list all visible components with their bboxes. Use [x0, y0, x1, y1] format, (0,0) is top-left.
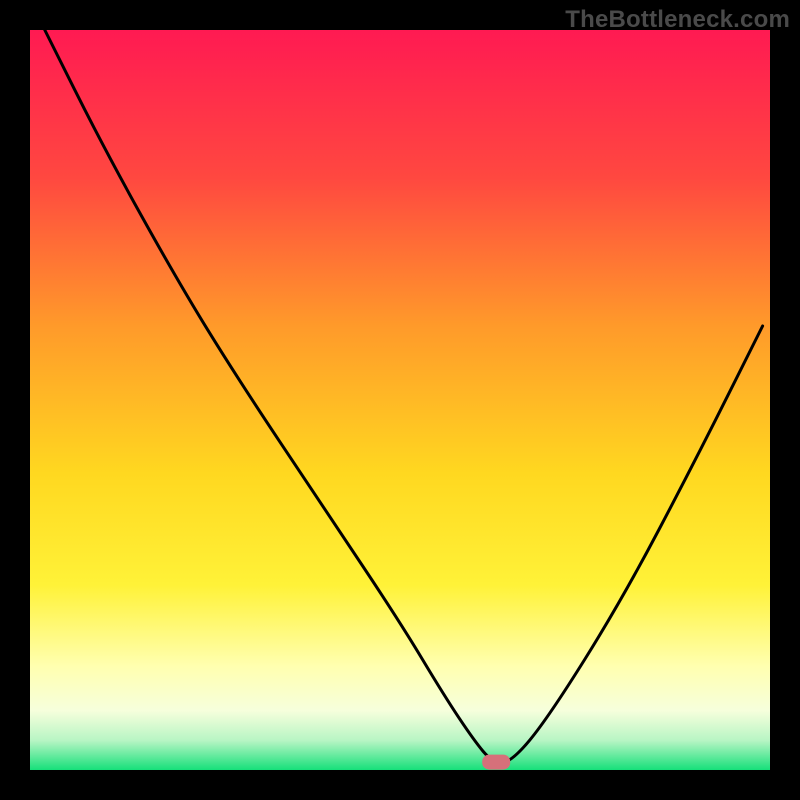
optimal-marker	[482, 755, 510, 770]
bottleneck-chart	[0, 0, 800, 800]
plot-background	[30, 30, 770, 770]
chart-container: TheBottleneck.com	[0, 0, 800, 800]
watermark-text: TheBottleneck.com	[565, 6, 790, 34]
